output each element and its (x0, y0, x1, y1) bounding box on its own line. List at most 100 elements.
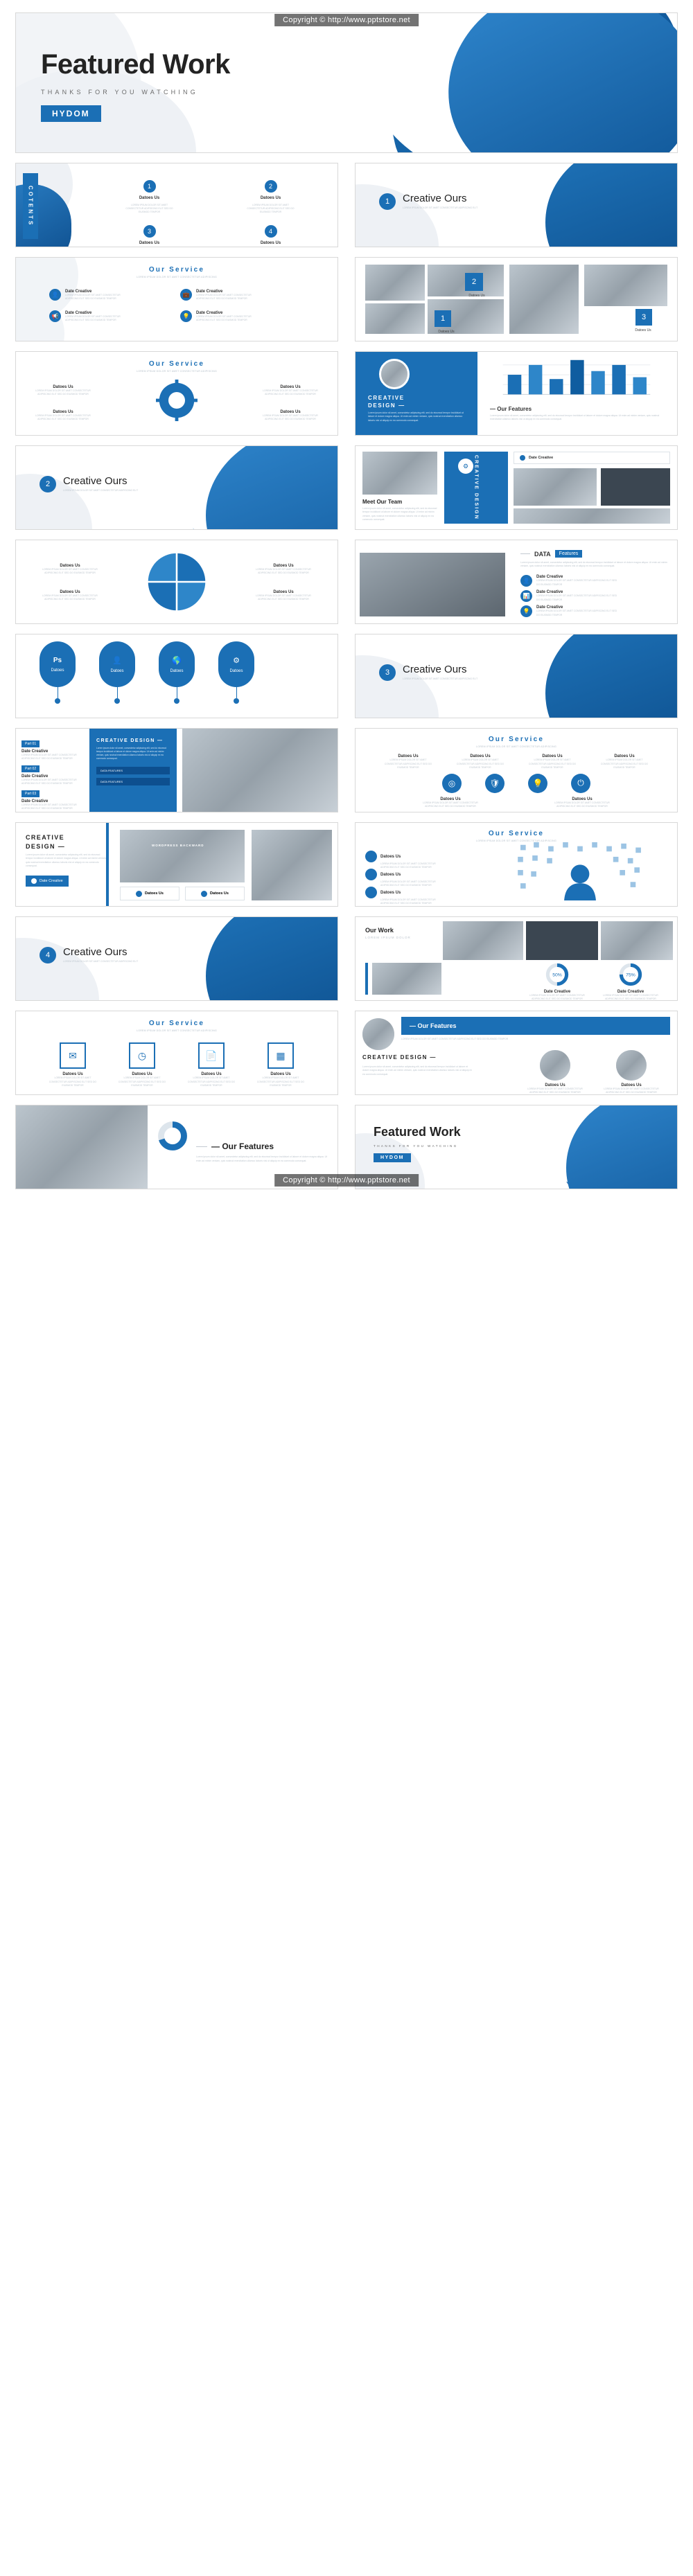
service-item-2[interactable]: 💼 Date Creative LOREM IPSUM DOLOR SIT AM… (180, 289, 304, 301)
data-row-1[interactable]: 👤 Date Creative LOREM IPSUM DOLOR SIT AM… (520, 575, 620, 587)
cdl-card-2[interactable]: Datoes Us (185, 887, 245, 900)
photo-card-num-2: 2 (465, 273, 483, 291)
cloud-bullet-1[interactable]: Datoes Us LOREM IPSUM DOLOR SIT AMET CON… (365, 851, 444, 869)
person-icon: 👤 (49, 289, 61, 301)
slide-meet-our-team[interactable]: Meet Our Team Lorem ipsum dolor sit amet… (355, 445, 678, 530)
part-1[interactable]: Part 01 Date Creative LOREM IPSUM DOLOR … (21, 736, 84, 761)
gear-sub: LOREM IPSUM DOLOR SIT AMET CONSECTETUR A… (137, 370, 217, 373)
fp-card-1[interactable]: Datoes Us LOREM IPSUM DOLOR SIT AMET CON… (520, 1050, 590, 1094)
hero-badge: HYDOM (41, 105, 101, 122)
hero-slide[interactable]: Featured Work THANKS FOR YOU WATCHING HY… (15, 12, 678, 153)
square-item-1[interactable]: ✉ Datoes Us LOREM IPSUM DOLOR SIT AMET C… (47, 1042, 98, 1087)
badge-4[interactable]: ⚙ Datoes (218, 641, 254, 704)
icon-cloud (518, 842, 641, 900)
contents-item-1[interactable]: 1 Datoes Us LOREM IPSUM DOLOR SIT AMET C… (99, 180, 200, 214)
contents-item-3[interactable]: 3 Datoes Us LOREM IPSUM DOLOR SIT AMET C… (99, 225, 200, 247)
photo-card-label-1: Datoes Us (438, 330, 455, 334)
service-sub-1: LOREM IPSUM DOLOR SIT AMET CONSECTETUR A… (65, 293, 121, 300)
service-sub-4: LOREM IPSUM DOLOR SIT AMET CONSECTETUR A… (196, 314, 252, 321)
slide-contents[interactable]: COTENTS 1 Datoes Us LOREM IPSUM DOLOR SI… (15, 163, 338, 247)
service-item-3[interactable]: 📢 Date Creative LOREM IPSUM DOLOR SIT AM… (49, 310, 173, 323)
square-item-3[interactable]: 📄 Datoes Us LOREM IPSUM DOLOR SIT AMET C… (186, 1042, 237, 1087)
slide-creative-design-laptop[interactable]: CREATIVE DESIGN — Lorem ipsum dolor sit … (15, 822, 338, 907)
slide-service-squares[interactable]: Our Service LOREM IPSUM DOLOR SIT AMET C… (15, 1011, 338, 1095)
slide-service-icons-cloud[interactable]: Our Service LOREM IPSUM DOLOR SIT AMET C… (355, 822, 678, 907)
cloud-bullet-3[interactable]: Datoes Us LOREM IPSUM DOLOR SIT AMET CON… (365, 887, 444, 905)
slide-section-4[interactable]: 4 Creative Ours LOREM IPSUM DOLOR SIT AM… (15, 916, 338, 1001)
slide-our-work[interactable]: Our Work LOREM IPSUM DOLOR 50% Date Crea… (355, 916, 678, 1001)
circle-item-2[interactable]: Datoes Us LOREM IPSUM DOLOR SIT AMET CON… (456, 754, 505, 769)
svg-text:75%: 75% (626, 973, 635, 978)
slide-data-features[interactable]: DATA Features Lorem ipsum dolor sit amet… (355, 540, 678, 624)
slide-photo-grid[interactable]: 2 Datoes Us 1 Datoes Us 3 Datoes Us (355, 257, 678, 341)
cdl-side-photo (252, 830, 332, 900)
slide-our-service-icons[interactable]: Our Service LOREM IPSUM DOLOR SIT AMET C… (15, 257, 338, 341)
shield-icon: 🛡 (485, 773, 505, 793)
slide-section-1[interactable]: 1 Creative Ours LOREM IPSUM DOLOR SIT AM… (355, 163, 678, 247)
parts-bar-1: DATA FEATURES (96, 766, 170, 774)
part-2[interactable]: Part 02 Date Creative LOREM IPSUM DOLOR … (21, 761, 84, 785)
badge-label-1: Datoes (51, 668, 64, 673)
work-photo-2 (526, 921, 598, 960)
contents-label-1: Datoes Us (139, 196, 160, 200)
data-row-2[interactable]: 📊 Date Creative LOREM IPSUM DOLOR SIT AM… (520, 590, 620, 602)
badge-1[interactable]: Ps Datoes (40, 641, 76, 704)
slide-creative-design-chart[interactable]: CREATIVE DESIGN — Lorem ipsum dolor sit … (355, 351, 678, 436)
cdl-card-1[interactable]: Datoes Us (120, 887, 179, 900)
circle-item-3[interactable]: Datoes Us LOREM IPSUM DOLOR SIT AMET CON… (528, 754, 577, 769)
service-item-4[interactable]: 💡 Date Creative LOREM IPSUM DOLOR SIT AM… (180, 310, 304, 323)
circle-item-1[interactable]: Datoes Us LOREM IPSUM DOLOR SIT AMET CON… (384, 754, 432, 769)
parts-bar-2: DATA FEATURES (96, 777, 170, 785)
photo-6 (584, 265, 667, 306)
fp-sub: LOREM IPSUM DOLOR SIT AMET CONSECTETUR A… (401, 1038, 509, 1040)
data-row-3[interactable]: 💡 Date Creative LOREM IPSUM DOLOR SIT AM… (520, 605, 620, 617)
slide-four-badges[interactable]: Ps Datoes 👤 Datoes 🌎 Datoes ⚙ Datoes (15, 634, 338, 718)
service-sub-2: LOREM IPSUM DOLOR SIT AMET CONSECTETUR A… (196, 293, 252, 300)
slide-pie-four[interactable]: Datoes Us LOREM IPSUM DOLOR SIT AMET CON… (15, 540, 338, 624)
gear-icon: ⚙ (233, 656, 240, 665)
badge-2[interactable]: 👤 Datoes (99, 641, 135, 704)
dot-icon (365, 851, 377, 862)
circle-item-4[interactable]: Datoes Us LOREM IPSUM DOLOR SIT AMET CON… (600, 754, 649, 769)
slide-gear-diagram[interactable]: Our Service LOREM IPSUM DOLOR SIT AMET C… (15, 351, 338, 436)
contents-label-4: Datoes Us (260, 241, 281, 246)
team-photo-4 (514, 508, 670, 524)
badge-label-3: Datoes (170, 668, 184, 673)
service-item-1[interactable]: 👤 Date Creative LOREM IPSUM DOLOR SIT AM… (49, 289, 173, 301)
power-icon: ⏻ (571, 773, 590, 793)
fp-card-2[interactable]: Datoes Us LOREM IPSUM DOLOR SIT AMET CON… (597, 1050, 666, 1094)
target-icon: ◎ (442, 773, 462, 793)
slide-deck-page: Copyright © http://www.pptstore.net Copy… (0, 0, 693, 1196)
slide-features-people[interactable]: — Our Features LOREM IPSUM DOLOR SIT AME… (355, 1011, 678, 1095)
photo-card-label-3: Datoes Us (635, 328, 651, 332)
badge-3[interactable]: 🌎 Datoes (159, 641, 195, 704)
square-item-4[interactable]: ▦ Datoes Us LOREM IPSUM DOLOR SIT AMET C… (255, 1042, 306, 1087)
person-icon: 👤 (520, 575, 532, 587)
slide-section-3[interactable]: 3 Creative Ours LOREM IPSUM DOLOR SIT AM… (355, 634, 678, 718)
cdl-body: Lorem ipsum dolor sit amet, consectetur … (26, 853, 107, 868)
fp-subtitle: CREATIVE DESIGN — (362, 1054, 437, 1060)
slide-parts-list[interactable]: Part 01 Date Creative LOREM IPSUM DOLOR … (15, 728, 338, 812)
cdl-button[interactable]: Date Creative (26, 876, 69, 887)
data-title: DATA (534, 550, 551, 558)
four-segment-pie (147, 552, 207, 612)
cloud-bullet-2[interactable]: Datoes Us LOREM IPSUM DOLOR SIT AMET CON… (365, 869, 444, 887)
dot-icon (365, 887, 377, 898)
part-sub-3: LOREM IPSUM DOLOR SIT AMET CONSECTETUR A… (21, 803, 77, 810)
section-1-number: 1 (379, 193, 396, 210)
contents-item-2[interactable]: 2 Datoes Us LOREM IPSUM DOLOR SIT AMET C… (220, 180, 321, 214)
section-2-number: 2 (40, 475, 56, 492)
contents-item-4[interactable]: 4 Datoes Us LOREM IPSUM DOLOR SIT AMET C… (220, 225, 321, 247)
section-3-title: Creative Ours (403, 664, 467, 675)
cdl-laptop-photo (120, 830, 245, 882)
part-3[interactable]: Part 03 Date Creative LOREM IPSUM DOLOR … (21, 785, 84, 810)
square-item-2[interactable]: ◷ Datoes Us LOREM IPSUM DOLOR SIT AMET C… (116, 1042, 168, 1087)
service-icons-head: Our Service (148, 266, 205, 274)
slide-section-2[interactable]: 2 Creative Ours LOREM IPSUM DOLOR SIT AM… (15, 445, 338, 530)
contents-num-2: 2 (264, 180, 277, 193)
work-photo-4 (372, 963, 441, 995)
pie-label-3: Datoes Us LOREM IPSUM DOLOR SIT AMET CON… (256, 564, 311, 575)
slide-service-circles[interactable]: Our Service LOREM IPSUM DOLOR SIT AMET C… (355, 728, 678, 812)
section-2-title: Creative Ours (63, 475, 128, 487)
megaphone-icon: 📢 (49, 310, 61, 323)
